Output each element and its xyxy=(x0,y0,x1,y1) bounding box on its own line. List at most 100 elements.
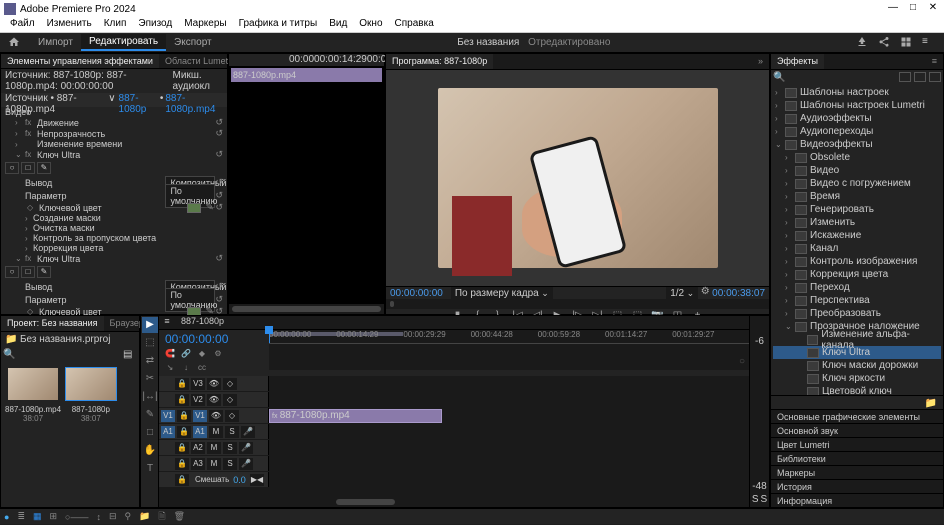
marker-icon[interactable]: ◆ xyxy=(195,349,209,361)
project-item-clip[interactable] xyxy=(8,368,58,400)
maximize-button[interactable]: □ xyxy=(906,2,920,16)
overwrite-icon[interactable]: ↓ xyxy=(179,363,193,375)
search-icon[interactable]: 🔍 xyxy=(3,349,17,360)
menu-view[interactable]: Вид xyxy=(323,18,353,32)
automate-icon[interactable]: ⊟ xyxy=(109,511,117,522)
track-lock-icon[interactable]: 🔒 xyxy=(177,426,191,438)
menu-edit[interactable]: Изменить xyxy=(41,18,98,32)
eyedropper-icon[interactable]: ✎ xyxy=(205,202,215,213)
menu-file[interactable]: Файл xyxy=(4,18,41,32)
track-target-a3[interactable]: A3 xyxy=(191,458,205,470)
solo-left[interactable]: S xyxy=(752,494,759,505)
panel-lumetri-color[interactable]: Цвет Lumetri xyxy=(771,437,943,451)
expand-icon[interactable]: ⌄ xyxy=(785,322,795,331)
search-icon[interactable]: 🔍 xyxy=(773,72,787,82)
mix-collapse-icon[interactable]: ▶◀ xyxy=(250,474,264,486)
rectangle-tool[interactable]: □ xyxy=(142,425,158,441)
effect-item[interactable]: Цветовой ключ xyxy=(773,385,941,395)
expand-icon[interactable]: › xyxy=(775,114,785,123)
track-target-a1[interactable]: A1 xyxy=(193,426,207,438)
expand-icon[interactable]: › xyxy=(785,192,795,201)
type-tool[interactable]: T xyxy=(142,461,158,477)
effect-folder[interactable]: ›Контроль изображения xyxy=(773,255,941,268)
panel-menu-icon[interactable]: ≡ xyxy=(922,36,936,50)
mask-pen-icon[interactable]: ✎ xyxy=(37,162,51,174)
reset-icon[interactable]: ↺ xyxy=(215,202,223,213)
panel-info[interactable]: Информация xyxy=(771,493,943,507)
bin-name[interactable]: Без названия.prproj xyxy=(20,334,110,345)
close-button[interactable]: ✕ xyxy=(926,2,940,16)
expand-icon[interactable]: ⌄ xyxy=(775,140,785,149)
new-bin-icon[interactable]: 📁 xyxy=(139,511,150,522)
param-colorcorr[interactable]: Коррекция цвета xyxy=(33,243,223,253)
preset-yuv-icon[interactable] xyxy=(914,72,926,82)
sequence-name[interactable]: 887-1080p xyxy=(175,316,230,329)
caption-icon[interactable]: cc xyxy=(195,363,209,375)
effect-folder[interactable]: ›Генерировать xyxy=(773,203,941,216)
expand-icon[interactable]: › xyxy=(785,166,795,175)
reset-icon[interactable]: ↺ xyxy=(215,117,223,128)
effect-item[interactable]: Ключ яркости xyxy=(773,372,941,385)
filter-icon[interactable]: ▤ xyxy=(123,349,137,360)
eff-audio-effects[interactable]: Аудиоэффекты xyxy=(800,113,872,124)
mix-value[interactable]: 0.0 xyxy=(233,475,246,485)
playhead[interactable] xyxy=(269,330,270,343)
eff-presets[interactable]: Шаблоны настроек xyxy=(800,87,889,98)
panel-essential-graphics[interactable]: Основные графические элементы xyxy=(771,409,943,423)
tab-program[interactable]: Программа: 887-1080p xyxy=(386,54,493,69)
effect-folder[interactable]: ›Время xyxy=(773,190,941,203)
solo-button[interactable]: S xyxy=(223,458,237,470)
voice-over-icon[interactable]: 🎤 xyxy=(241,426,255,438)
preset-accel-icon[interactable] xyxy=(929,72,941,82)
keycolor-swatch[interactable] xyxy=(187,203,201,213)
voice-over-icon[interactable]: 🎤 xyxy=(239,442,253,454)
timeline-menu-icon[interactable]: ≡ xyxy=(159,316,175,329)
expand-icon[interactable]: › xyxy=(785,270,795,279)
effect-folder[interactable]: ›Перспектива xyxy=(773,294,941,307)
track-sync-lock[interactable]: ◇ xyxy=(223,378,237,390)
source-clip[interactable]: 887-1080p.mp4 xyxy=(231,68,382,82)
settings-icon[interactable]: ⚙ xyxy=(698,286,712,300)
program-tc-left[interactable]: 00:00:00:00 xyxy=(390,288,443,299)
effect-item[interactable]: Ключ маски дорожки xyxy=(773,359,941,372)
find-icon[interactable]: ⚲ xyxy=(125,511,132,522)
panel-menu-icon[interactable]: ≡ xyxy=(926,54,943,69)
selection-tool[interactable]: ▶ xyxy=(142,317,158,333)
track-select-tool[interactable]: ⬚ xyxy=(142,335,158,351)
reset-icon[interactable]: ↺ xyxy=(215,177,223,188)
effect-folder[interactable]: ›Видео с погружением xyxy=(773,177,941,190)
expand-icon[interactable]: › xyxy=(25,224,33,233)
list-view-icon[interactable]: ≣ xyxy=(17,511,25,522)
expand-icon[interactable]: › xyxy=(785,179,795,188)
reset-icon[interactable]: ↺ xyxy=(215,190,223,201)
effect-folder[interactable]: ›Канал xyxy=(773,242,941,255)
track-sync-lock[interactable]: ◇ xyxy=(223,394,237,406)
fit-dropdown[interactable]: По размеру кадра ⌄ xyxy=(451,287,553,300)
menu-graphics[interactable]: Графика и титры xyxy=(233,18,324,32)
expand-icon[interactable]: ⌄ xyxy=(15,254,23,263)
eff-video-effects[interactable]: Видеоэффекты xyxy=(800,139,873,150)
track-target-v2[interactable]: V2 xyxy=(191,394,205,406)
expand-icon[interactable]: › xyxy=(785,257,795,266)
panel-menu-icon[interactable]: » xyxy=(752,54,769,69)
track-lock-icon[interactable]: 🔒 xyxy=(175,442,189,454)
panel-libraries[interactable]: Библиотеки xyxy=(771,451,943,465)
zoom-slider[interactable]: ○—— xyxy=(65,512,88,522)
track-lock-icon[interactable]: 🔒 xyxy=(175,458,189,470)
fx-badge-icon[interactable]: fx xyxy=(25,150,35,160)
solo-button[interactable]: S xyxy=(223,442,237,454)
expand-icon[interactable]: › xyxy=(785,231,795,240)
track-lock-icon[interactable]: 🔒 xyxy=(177,410,191,422)
tab-project[interactable]: Проект: Без названия xyxy=(1,316,104,331)
mask-rect-icon[interactable]: □ xyxy=(21,266,35,278)
fx-ultra-key-2[interactable]: Ключ Ultra xyxy=(37,254,215,264)
track-toggle-output[interactable]: 👁 xyxy=(209,410,223,422)
ripple-edit-tool[interactable]: ⇄ xyxy=(142,353,158,369)
expand-icon[interactable]: › xyxy=(25,234,33,243)
insert-icon[interactable]: ↘ xyxy=(163,363,177,375)
workflow-import[interactable]: Импорт xyxy=(30,35,81,50)
track-target-v1[interactable]: V1 xyxy=(193,410,207,422)
effect-item[interactable]: Изменение альфа-канала xyxy=(773,333,941,346)
param-spill[interactable]: Контроль за пропуском цвета xyxy=(33,233,223,243)
solo-right[interactable]: S xyxy=(761,494,768,505)
